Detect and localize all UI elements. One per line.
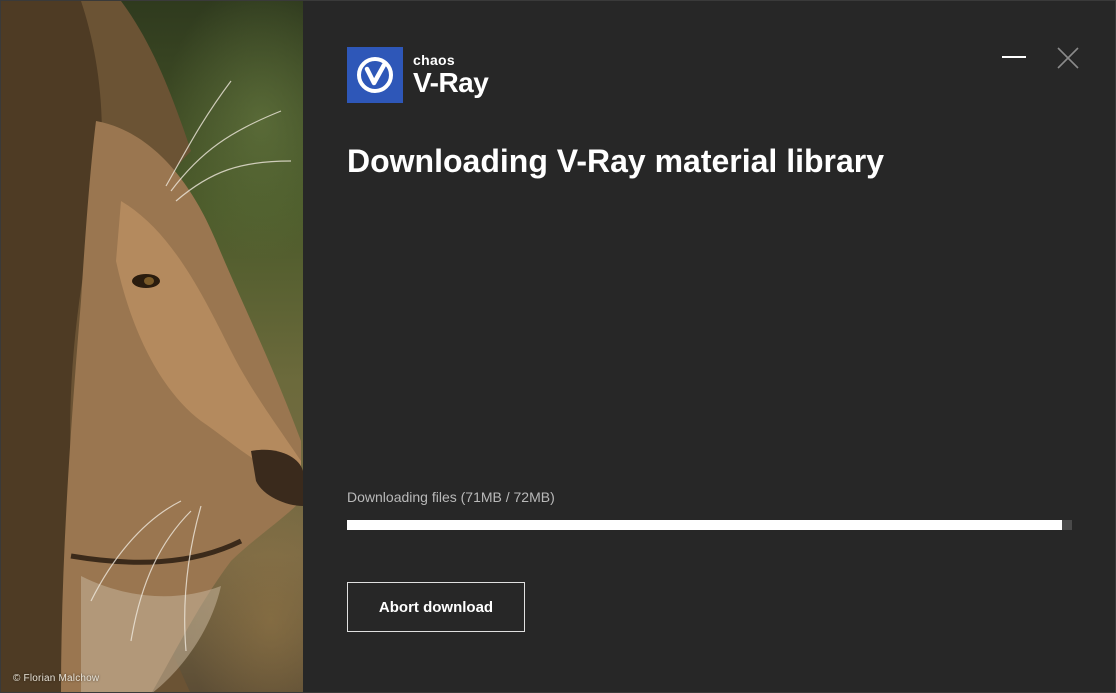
abort-download-button[interactable]: Abort download (347, 582, 525, 632)
progress-fill (347, 520, 1062, 530)
download-status: Downloading files (71MB / 72MB) (347, 489, 555, 505)
window-controls (1001, 45, 1081, 71)
close-button[interactable] (1055, 45, 1081, 71)
vray-logo: chaos V-Ray (347, 47, 489, 103)
lion-illustration (1, 1, 303, 692)
photo-credit: © Florian Malchow (13, 673, 100, 684)
main-panel: chaos V-Ray Downloading V-Ray material l… (303, 1, 1115, 692)
logo-text: chaos V-Ray (413, 52, 489, 98)
close-icon (1057, 47, 1079, 69)
logo-product: V-Ray (413, 67, 489, 98)
vray-logo-icon (347, 47, 403, 103)
minimize-icon (1002, 56, 1026, 58)
logo-brand: chaos (413, 52, 455, 68)
installer-window: © Florian Malchow chaos V-Ray Downloadin… (0, 0, 1116, 693)
lion-photo: © Florian Malchow (1, 1, 303, 692)
page-title: Downloading V-Ray material library (347, 143, 885, 179)
download-progress-bar (347, 520, 1072, 530)
minimize-button[interactable] (1001, 45, 1027, 71)
